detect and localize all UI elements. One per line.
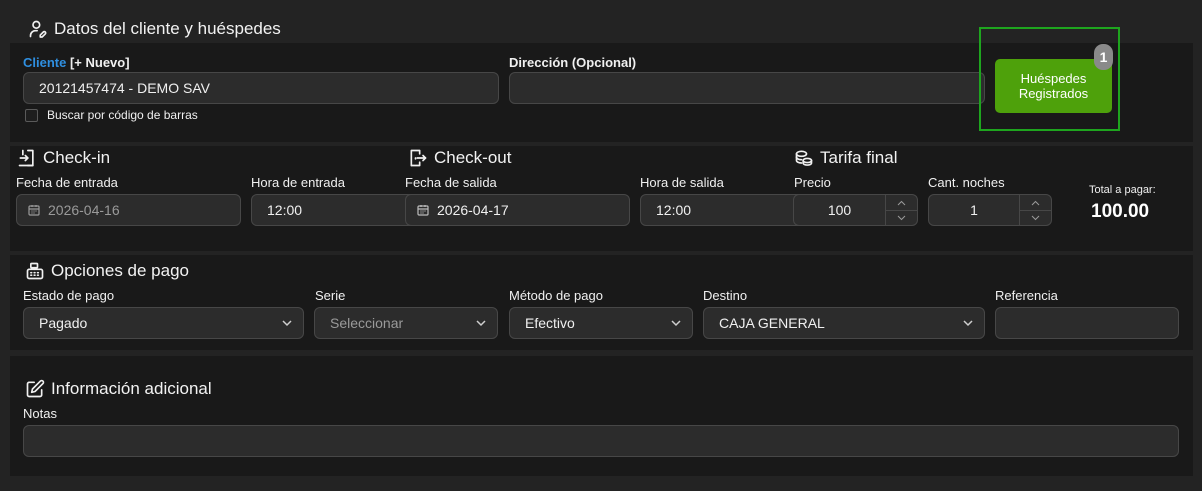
calendar-icon xyxy=(417,205,429,216)
precio-input[interactable]: 100 xyxy=(793,194,918,226)
calendar-icon xyxy=(28,205,40,216)
additional-title: Información adicional xyxy=(25,379,212,399)
client-section-title-text: Datos del cliente y huéspedes xyxy=(54,19,281,38)
checkin-title-text: Check-in xyxy=(43,148,111,167)
checkout-date-label: Fecha de salida xyxy=(405,175,497,190)
precio-increment[interactable] xyxy=(886,195,917,210)
checkin-time-value: 12:00 xyxy=(267,202,303,218)
precio-decrement[interactable] xyxy=(886,210,917,225)
user-edit-icon xyxy=(29,20,47,38)
tarifa-title-text: Tarifa final xyxy=(820,148,898,167)
coins-icon xyxy=(795,150,813,166)
chevron-down-icon xyxy=(897,215,906,221)
precio-value: 100 xyxy=(827,202,852,218)
noches-value: 1 xyxy=(970,202,978,218)
door-enter-icon xyxy=(18,149,34,167)
door-exit-icon xyxy=(410,149,427,167)
checkin-time-input[interactable]: 12:00 xyxy=(251,194,411,226)
checkin-time-label: Hora de entrada xyxy=(251,175,345,190)
estado-value: Pagado xyxy=(39,315,88,331)
barcode-label: Buscar por código de barras xyxy=(47,108,198,122)
checkout-title-text: Check-out xyxy=(434,148,512,167)
new-client-link[interactable]: [+ Nuevo] xyxy=(70,55,130,70)
registered-guests-button-label: Huéspedes Registrados xyxy=(1018,71,1089,101)
serie-value: Seleccionar xyxy=(330,315,404,331)
checkin-title: Check-in xyxy=(17,148,110,168)
checkin-date-label: Fecha de entrada xyxy=(16,175,118,190)
estado-label: Estado de pago xyxy=(23,288,115,303)
precio-label: Precio xyxy=(794,175,831,190)
noches-increment[interactable] xyxy=(1020,195,1051,210)
destino-select[interactable]: CAJA GENERAL xyxy=(703,307,985,339)
guests-count-badge: 1 xyxy=(1094,44,1113,70)
destino-label: Destino xyxy=(703,288,748,303)
checkin-date-input[interactable]: 2026-04-16 xyxy=(16,194,241,226)
chevron-up-icon xyxy=(1031,200,1040,205)
client-input[interactable]: 20121457474 - DEMO SAV xyxy=(23,72,499,104)
checkout-time-input[interactable]: 12:00 xyxy=(640,194,800,226)
notas-label: Notas xyxy=(23,406,57,421)
serie-select[interactable]: Seleccionar xyxy=(314,307,498,339)
client-input-value: 20121457474 - DEMO SAV xyxy=(39,80,210,96)
noches-input[interactable]: 1 xyxy=(928,194,1052,226)
precio-spinner[interactable] xyxy=(885,195,917,225)
metodo-select[interactable]: Efectivo xyxy=(509,307,693,339)
chevron-down-icon xyxy=(282,320,292,327)
total-value: 100.00 xyxy=(1091,201,1150,222)
notas-input[interactable] xyxy=(23,425,1179,457)
guests-count-value: 1 xyxy=(1099,49,1108,65)
barcode-checkbox[interactable] xyxy=(25,109,38,122)
noches-label: Cant. noches xyxy=(928,175,1005,190)
checkin-date-value: 2026-04-16 xyxy=(48,202,120,218)
checkout-time-value: 12:00 xyxy=(656,202,692,218)
chevron-up-icon xyxy=(897,200,906,205)
additional-panel xyxy=(10,356,1193,476)
total-label: Total a pagar: xyxy=(1089,184,1156,196)
cliente-label-row: Cliente [+ Nuevo] xyxy=(23,55,130,70)
metodo-label: Método de pago xyxy=(509,288,603,303)
chevron-down-icon xyxy=(1031,215,1040,221)
noches-spinner[interactable] xyxy=(1019,195,1051,225)
edit-icon xyxy=(26,379,45,398)
cash-register-icon xyxy=(26,262,44,280)
payment-title-text: Opciones de pago xyxy=(51,261,189,280)
direccion-input[interactable] xyxy=(509,72,985,104)
client-section-title: Datos del cliente y huéspedes xyxy=(28,19,281,39)
checkout-title: Check-out xyxy=(408,148,511,168)
chevron-down-icon xyxy=(476,320,486,327)
checkout-date-value: 2026-04-17 xyxy=(437,202,509,218)
referencia-label: Referencia xyxy=(995,288,1058,303)
chevron-down-icon xyxy=(963,320,973,327)
destino-value: CAJA GENERAL xyxy=(719,315,825,331)
serie-label: Serie xyxy=(315,288,346,303)
registered-guests-button[interactable]: Huéspedes Registrados xyxy=(995,59,1112,113)
estado-select[interactable]: Pagado xyxy=(23,307,304,339)
direccion-label: Dirección (Opcional) xyxy=(509,55,637,70)
checkout-time-label: Hora de salida xyxy=(640,175,724,190)
chevron-down-icon xyxy=(671,320,681,327)
checkout-date-input[interactable]: 2026-04-17 xyxy=(405,194,630,226)
tarifa-title: Tarifa final xyxy=(794,148,897,168)
metodo-value: Efectivo xyxy=(525,315,575,331)
referencia-input[interactable] xyxy=(995,307,1179,339)
payment-title: Opciones de pago xyxy=(25,261,189,281)
cliente-label: Cliente xyxy=(23,55,67,70)
additional-title-text: Información adicional xyxy=(51,379,212,398)
noches-decrement[interactable] xyxy=(1020,210,1051,225)
